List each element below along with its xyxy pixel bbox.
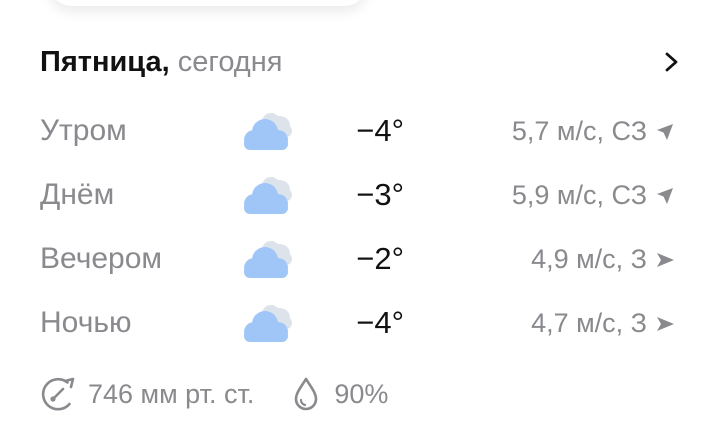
wind-direction-west-icon xyxy=(657,252,674,267)
temperature-value: −4° xyxy=(356,113,404,148)
wind-info: 4,9 м/с, З xyxy=(531,244,675,275)
cloudy-icon xyxy=(244,305,292,342)
humidity-value: 90% xyxy=(334,378,389,409)
pressure-value: 746 мм рт. ст. xyxy=(88,378,255,409)
day-part-label: Ночью xyxy=(40,306,132,339)
day-name: Пятница, xyxy=(40,45,170,78)
day-title: Пятница, сегодня xyxy=(40,46,282,79)
cloudy-icon xyxy=(244,241,292,278)
day-part-row: Днём −3° 5,9 м/с, СЗ xyxy=(0,164,720,228)
wind-direction-northwest-icon xyxy=(657,123,673,140)
temperature-value: −3° xyxy=(356,177,404,212)
day-part-row: Ночью −4° 4,7 м/с, З xyxy=(0,292,720,356)
day-header[interactable]: Пятница, сегодня xyxy=(40,42,680,82)
cloudy-icon xyxy=(244,113,292,150)
wind-direction-northwest-icon xyxy=(657,187,673,204)
wind-info: 4,7 м/с, З xyxy=(531,308,675,339)
chevron-right-icon[interactable] xyxy=(664,51,680,73)
temperature-value: −4° xyxy=(356,305,404,340)
day-relative: сегодня xyxy=(177,45,283,78)
previous-card-edge xyxy=(48,0,368,6)
day-part-label: Вечером xyxy=(40,242,163,275)
humidity-drop-icon xyxy=(295,377,318,411)
wind-direction-west-icon xyxy=(657,316,674,331)
wind-text: 5,7 м/с, СЗ xyxy=(511,116,647,146)
day-parts-list: Утром −4° 5,7 м/с, СЗ Днём −3° 5,9 м/с, … xyxy=(0,100,720,356)
day-part-row: Вечером −2° 4,9 м/с, З xyxy=(0,228,720,292)
temperature-value: −2° xyxy=(356,241,404,276)
pressure-gauge-icon xyxy=(41,377,75,411)
wind-text: 4,9 м/с, З xyxy=(531,244,647,274)
wind-text: 5,9 м/с, СЗ xyxy=(511,180,647,210)
conditions-footer: 746 мм рт. ст. 90% xyxy=(40,372,388,416)
cloudy-icon xyxy=(244,177,292,214)
day-part-row: Утром −4° 5,7 м/с, СЗ xyxy=(0,100,720,164)
wind-info: 5,9 м/с, СЗ xyxy=(512,180,675,211)
wind-info: 5,7 м/с, СЗ xyxy=(512,116,675,147)
day-part-label: Днём xyxy=(40,178,115,211)
day-part-label: Утром xyxy=(40,114,127,147)
wind-text: 4,7 м/с, З xyxy=(531,308,647,338)
